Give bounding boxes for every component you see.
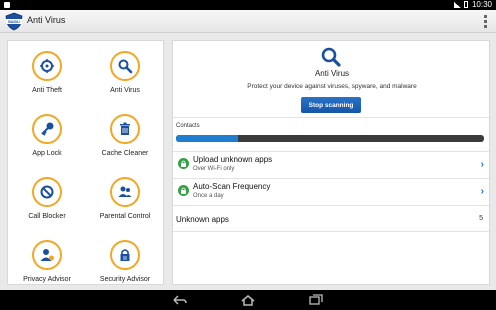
progress-bar — [176, 135, 484, 142]
target-icon — [32, 51, 62, 81]
tile-label: Call Blocker — [28, 213, 66, 220]
block-icon — [32, 177, 62, 207]
scan-title: Anti Virus — [314, 69, 350, 78]
tile-cache-cleaner[interactable]: Cache Cleaner — [86, 114, 164, 157]
tile-parental-control[interactable]: Parental Control — [86, 177, 164, 220]
setting-title: Auto-Scan Frequency — [193, 182, 271, 191]
features-grid: Anti Theft Anti Virus App Lock Cache Cle… — [7, 40, 164, 285]
stop-scanning-button[interactable]: Stop scanning — [301, 97, 361, 113]
status-icons — [454, 1, 468, 8]
tile-label: Parental Control — [99, 213, 151, 220]
tile-label: App Lock — [32, 150, 62, 157]
setting-upload-unknown-apps[interactable]: Upload unknown apps Over Wi-Fi only › — [173, 151, 489, 177]
people-icon — [110, 177, 140, 207]
status-time: 10:30 — [471, 0, 492, 9]
setting-title: Upload unknown apps — [193, 155, 273, 164]
home-icon[interactable] — [240, 294, 256, 306]
progress-label: Contacts — [176, 123, 200, 129]
trash-icon — [110, 114, 140, 144]
app-logo[interactable]: BAIDU — [4, 12, 24, 31]
tile-call-blocker[interactable]: Call Blocker — [8, 177, 86, 220]
tile-label: Cache Cleaner — [101, 150, 149, 157]
security-icon — [110, 240, 140, 270]
scan-panel: Anti Virus Protect your device against v… — [172, 40, 490, 285]
tile-label: Security Advisor — [99, 276, 151, 283]
scan-progress: Contacts — [173, 117, 489, 147]
setting-subtitle: Once a day — [193, 193, 224, 199]
tile-privacy-advisor[interactable]: Privacy Advisor — [8, 240, 86, 283]
unknown-apps-count: 5 — [479, 215, 483, 222]
progress-fill — [176, 135, 238, 142]
action-bar: BAIDU Anti Virus — [0, 10, 496, 33]
key-icon — [32, 114, 62, 144]
battery-icon — [464, 1, 468, 8]
scan-subtitle: Protect your device against viruses, spy… — [247, 83, 417, 90]
app-title: Anti Virus — [27, 15, 66, 25]
search-icon — [321, 47, 341, 67]
lock-icon — [178, 158, 189, 169]
lock-icon — [178, 185, 189, 196]
chevron-right-icon: › — [480, 186, 484, 197]
setting-auto-scan-frequency[interactable]: Auto-Scan Frequency Once a day › — [173, 178, 489, 204]
privacy-icon — [32, 240, 62, 270]
divider — [173, 231, 489, 232]
tile-label: Anti Theft — [32, 87, 62, 94]
tile-label: Privacy Advisor — [23, 276, 71, 283]
search-icon — [110, 51, 140, 81]
recent-apps-icon[interactable] — [308, 294, 324, 306]
overflow-menu-icon[interactable] — [484, 15, 487, 28]
notification-icon — [4, 2, 10, 8]
logo-text: BAIDU — [8, 20, 20, 24]
wifi-icon — [454, 2, 461, 8]
tile-anti-theft[interactable]: Anti Theft — [8, 51, 86, 94]
divider — [173, 205, 489, 206]
tile-security-advisor[interactable]: Security Advisor — [86, 240, 164, 283]
status-bar: 10:30 — [0, 0, 496, 10]
setting-subtitle: Over Wi-Fi only — [193, 166, 235, 172]
back-icon[interactable] — [172, 294, 188, 306]
unknown-apps-label[interactable]: Unknown apps — [176, 215, 229, 224]
chevron-right-icon: › — [480, 159, 484, 170]
tile-label: Anti Virus — [110, 87, 140, 94]
tile-anti-virus[interactable]: Anti Virus — [86, 51, 164, 94]
navigation-bar — [0, 290, 496, 310]
tile-app-lock[interactable]: App Lock — [8, 114, 86, 157]
